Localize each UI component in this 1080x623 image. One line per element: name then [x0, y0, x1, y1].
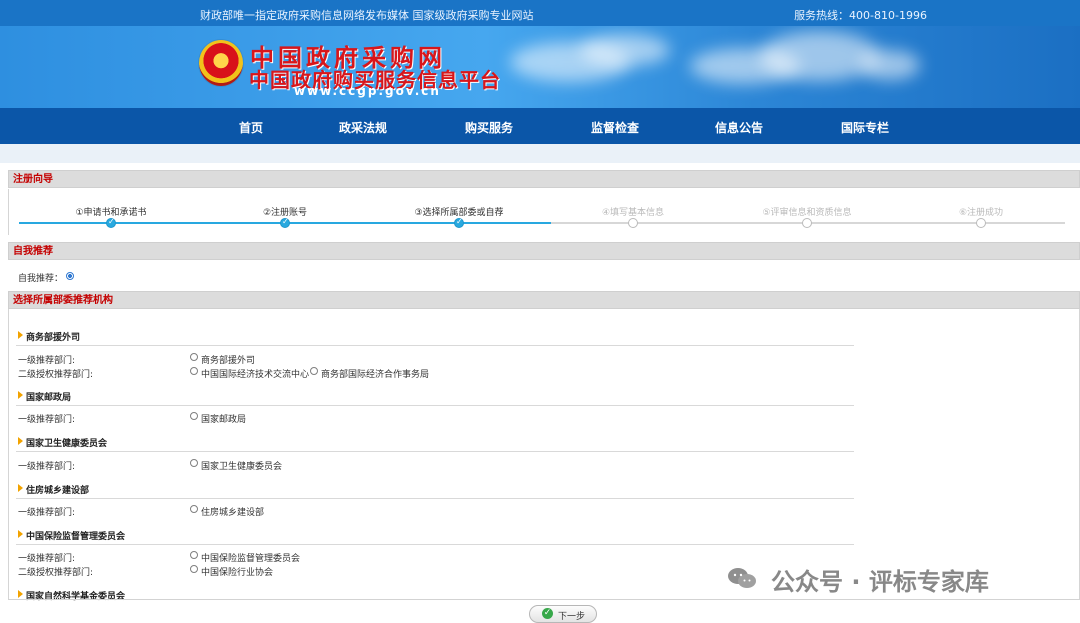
insurance-association-option: 中国保险行业协会: [201, 568, 274, 578]
left-content-border: [8, 309, 9, 599]
group-title-housing: 住房城乡建设部: [26, 486, 90, 496]
group-expand-icon: [18, 590, 23, 598]
site-banner: 中国政府采购网 中国政府购买服务信息平台 www.ccgp.gov.cn: [0, 26, 1080, 108]
group-title-insurance: 中国保险监督管理委员会: [26, 532, 126, 542]
registration-guide-title: 注册向导: [8, 170, 1080, 188]
housing-option: 住房城乡建设部: [201, 508, 265, 518]
step-3-complete-icon: [454, 217, 464, 228]
second-level-label: 二级授权推荐部门:: [18, 568, 94, 578]
second-level-label: 二级授权推荐部门:: [18, 370, 94, 380]
self-recommend-label: 自我推荐：: [18, 274, 64, 284]
service-hotline: 服务热线：400-810-1996: [794, 9, 927, 22]
cooperation-bureau-option: 商务部国际经济合作事务局: [321, 370, 430, 380]
housing-radio[interactable]: [190, 505, 198, 513]
group-title-postal: 国家邮政局: [26, 393, 72, 403]
first-level-label: 一级推荐部门:: [18, 462, 76, 472]
wechat-icon: [728, 568, 756, 588]
next-step-label: 下一步: [558, 612, 586, 622]
top-info-bar: 财政部唯一指定政府采购信息网络发布媒体 国家级政府采购专业网站 服务热线：400…: [0, 0, 1080, 26]
group-divider: [16, 451, 854, 452]
group-title-commerce-aid: 商务部援外司: [26, 333, 81, 343]
watermark-text: 公众号 · 评标专家库: [771, 568, 989, 596]
group-expand-icon: [18, 437, 23, 445]
insurance-commission-option: 中国保险监督管理委员会: [201, 554, 301, 564]
ministry-recommend-section-title: 选择所属部委推荐机构: [8, 291, 1080, 309]
step-1-complete-icon: [106, 217, 116, 228]
health-option: 国家卫生健康委员会: [201, 462, 283, 472]
step-label-6: ⑥注册成功: [958, 208, 1004, 218]
step-6-pending-icon: [976, 218, 986, 228]
cooperation-bureau-radio[interactable]: [310, 367, 318, 375]
step-5-pending-icon: [802, 218, 812, 228]
first-level-label: 一级推荐部门:: [18, 356, 76, 366]
step-label-4: ④填写基本信息: [601, 208, 665, 218]
national-emblem-icon: [199, 40, 243, 86]
step-4-pending-icon: [628, 218, 638, 228]
official-media-text: 财政部唯一指定政府采购信息网络发布媒体 国家级政府采购专业网站: [200, 9, 534, 22]
site-url: www.ccgp.gov.cn: [294, 84, 441, 98]
registration-stepper: [8, 189, 1080, 235]
nav-item-home[interactable]: 首页: [239, 119, 263, 136]
postal-radio[interactable]: [190, 412, 198, 420]
step-2-complete-icon: [280, 217, 290, 228]
group-title-health: 国家卫生健康委员会: [26, 439, 108, 449]
commerce-aid-radio[interactable]: [190, 353, 198, 361]
group-divider: [16, 498, 854, 499]
group-title-science-fund: 国家自然科学基金委员会: [26, 592, 126, 602]
insurance-association-radio[interactable]: [190, 565, 198, 573]
nav-item-announcements[interactable]: 信息公告: [715, 119, 763, 136]
exchange-center-option: 中国国际经济技术交流中心: [201, 370, 310, 380]
blue-spacer-band: [0, 144, 1080, 163]
first-level-label: 一级推荐部门:: [18, 415, 76, 425]
nav-item-supervision[interactable]: 监督检查: [591, 119, 639, 136]
postal-option: 国家邮政局: [201, 415, 247, 425]
group-divider: [16, 345, 854, 346]
group-divider: [16, 405, 854, 406]
step-label-5: ⑤评审信息和资质信息: [762, 208, 852, 218]
check-icon: ✓: [542, 608, 553, 619]
first-level-label: 一级推荐部门:: [18, 508, 76, 518]
content-bottom-border: [8, 599, 1080, 600]
group-expand-icon: [18, 391, 23, 399]
health-radio[interactable]: [190, 459, 198, 467]
group-expand-icon: [18, 530, 23, 538]
group-expand-icon: [18, 331, 23, 339]
first-level-label: 一级推荐部门:: [18, 554, 76, 564]
exchange-center-radio[interactable]: [190, 367, 198, 375]
next-step-button[interactable]: ✓ 下一步: [529, 605, 597, 623]
group-divider: [16, 544, 854, 545]
nav-item-regulations[interactable]: 政采法规: [339, 119, 387, 136]
group-expand-icon: [18, 484, 23, 492]
nav-item-purchase-services[interactable]: 购买服务: [465, 119, 513, 136]
main-navigation: 首页 政采法规 购买服务 监督检查 信息公告 国际专栏: [0, 108, 1080, 144]
commerce-aid-option: 商务部援外司: [201, 356, 256, 366]
self-recommend-radio[interactable]: [66, 272, 74, 280]
self-recommend-section-title: 自我推荐: [8, 242, 1080, 260]
nav-item-international[interactable]: 国际专栏: [841, 119, 889, 136]
insurance-commission-radio[interactable]: [190, 551, 198, 559]
